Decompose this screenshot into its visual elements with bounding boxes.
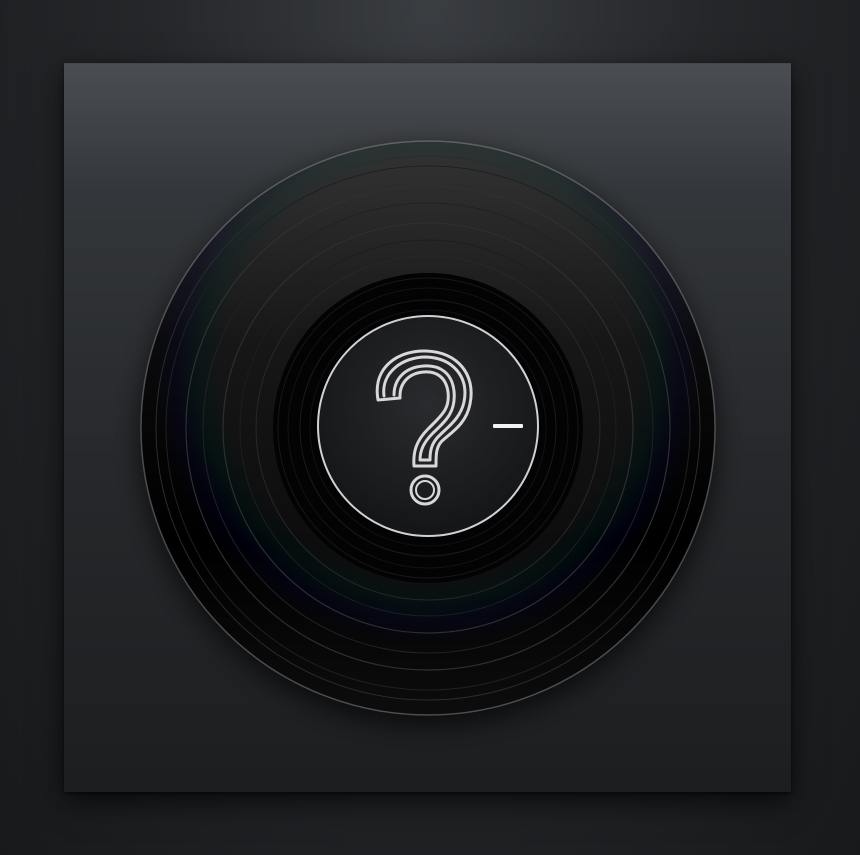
vinyl-record	[140, 140, 716, 716]
artwork-canvas	[0, 0, 860, 855]
label-marker	[493, 424, 523, 428]
